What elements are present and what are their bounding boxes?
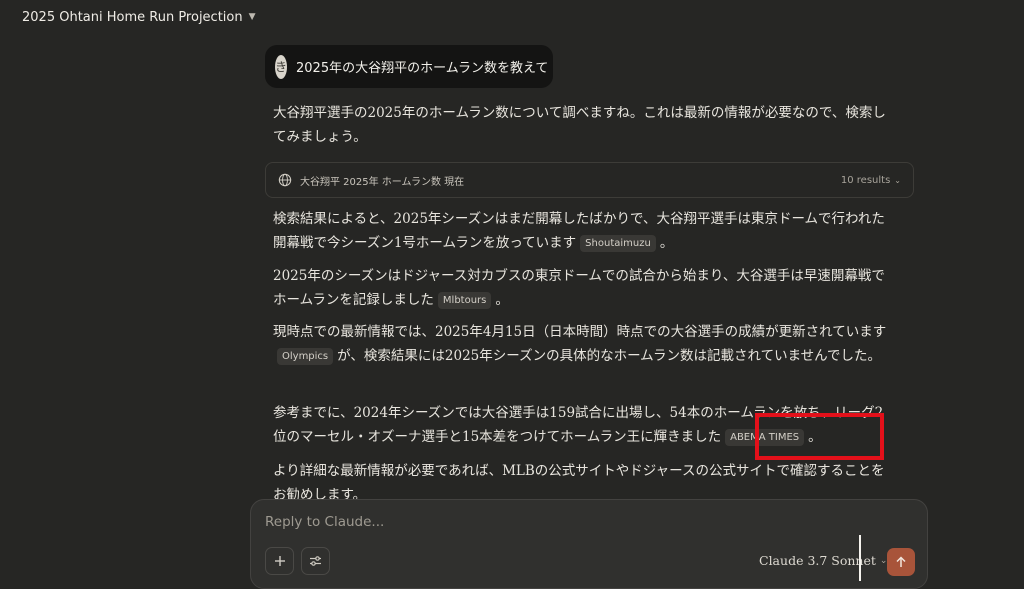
answer-paragraph: 現時点での最新情報では、2025年4月15日（日本時間）時点での大谷選手の成績が… <box>273 320 891 368</box>
citation-badge[interactable]: Olympics <box>277 348 334 365</box>
paragraph-text: 現時点での最新情報では、2025年4月15日（日本時間）時点での大谷選手の成績が… <box>273 324 887 340</box>
chevron-down-icon: ▼ <box>248 12 256 22</box>
search-result-count-text: 10 results <box>840 174 891 186</box>
top-bar: 2025 Ohtani Home Run Projection ▼ <box>0 0 1024 34</box>
user-message-text: 2025年の大谷翔平のホームラン数を教えて <box>296 61 549 76</box>
paragraph-text: 検索結果によると、2025年シーズンはまだ開幕したばかりで、大谷翔平選手は東京ド… <box>273 211 885 251</box>
paragraph-period: 。 <box>659 235 674 251</box>
answer-paragraph: 2025年のシーズンはドジャース対カブスの東京ドームでの試合から始まり、大谷選手… <box>273 264 891 312</box>
paragraph-text: が、検索結果には2025年シーズンの具体的なホームラン数は記載されていませんでし… <box>337 348 882 364</box>
globe-icon <box>278 173 292 187</box>
citation-badge[interactable]: Shoutaimuzu <box>580 235 656 252</box>
search-query: 大谷翔平 2025年 ホームラン数 現在 <box>300 176 465 188</box>
sliders-icon <box>310 556 321 566</box>
send-button[interactable] <box>887 548 915 576</box>
answer-paragraph: 検索結果によると、2025年シーズンはまだ開幕したばかりで、大谷翔平選手は東京ド… <box>273 207 891 255</box>
plus-icon <box>274 556 285 566</box>
paragraph-text: 2025年のシーズンはドジャース対カブスの東京ドームでの試合から始まり、大谷選手… <box>273 268 885 308</box>
arrow-up-icon <box>896 556 906 567</box>
answer-intro: 大谷翔平選手の2025年のホームラン数について調べますね。これは最新の情報が必要… <box>273 105 886 145</box>
tools-button[interactable] <box>301 547 330 575</box>
paragraph-period: 。 <box>495 292 509 308</box>
conversation-title-text: 2025 Ohtani Home Run Projection <box>22 9 243 25</box>
search-result-count: 10 results ⌄ <box>841 175 901 186</box>
conversation-title[interactable]: 2025 Ohtani Home Run Projection ▼ <box>22 10 256 25</box>
reply-input[interactable]: Reply to Claude... <box>265 514 384 530</box>
user-message: き 2025年の大谷翔平のホームラン数を教えて <box>265 45 553 88</box>
chevron-down-icon: ⌄ <box>894 175 901 185</box>
search-results-toggle[interactable]: 大谷翔平 2025年 ホームラン数 現在 10 results ⌄ <box>265 162 914 198</box>
avatar[interactable]: き <box>275 54 288 79</box>
composer: Reply to Claude... Claude 3.7 Sonnet ⌄ <box>250 499 928 589</box>
model-selector[interactable]: Claude 3.7 Sonnet ⌄ <box>759 553 887 568</box>
text-cursor <box>859 535 861 581</box>
highlight-box <box>755 413 884 460</box>
citation-badge[interactable]: Mlbtours <box>437 292 492 309</box>
add-button[interactable] <box>265 547 294 575</box>
